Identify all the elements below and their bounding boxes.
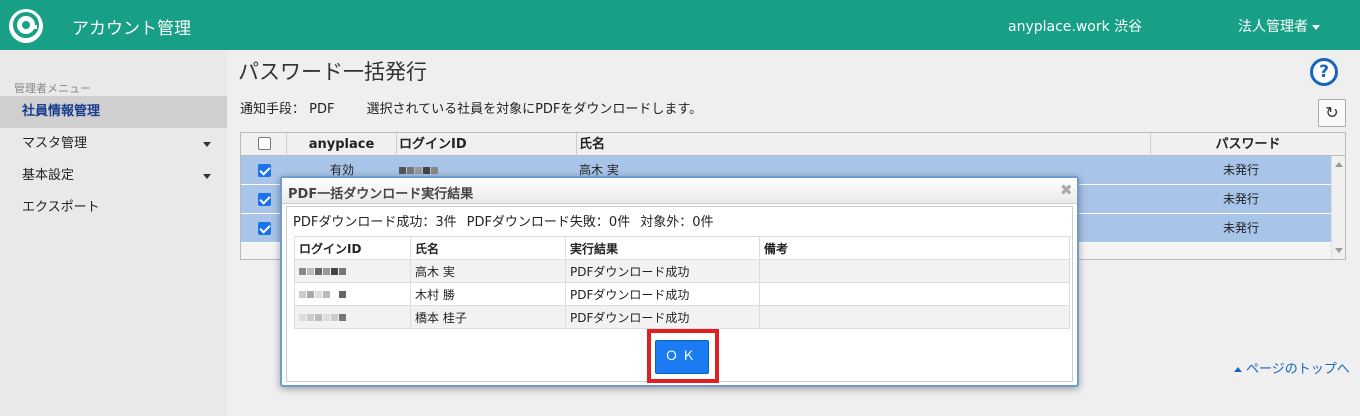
dialog-title: PDF一括ダウンロード実行結果 [288, 187, 474, 202]
sidebar-heading: 管理者メニュー [14, 82, 91, 95]
column-header-result: 実行結果 [565, 236, 760, 260]
column-header-anyplace: anyplace [287, 133, 397, 156]
summary-fail: PDFダウンロード失敗：0件 [466, 215, 631, 230]
column-header-login-id: ログインID [294, 236, 411, 260]
caret-down-icon [203, 142, 211, 147]
page-title: パスワード一括発行 [238, 60, 427, 84]
summary-excluded: 対象外：0件 [640, 215, 714, 230]
notice-text: 通知手段： PDF 選択されている社員を対象にPDFをダウンロードします。 [240, 98, 702, 117]
table-header: anyplace ログインID 氏名 パスワード [241, 133, 1345, 156]
login-id-cell [294, 305, 411, 329]
pixelated-login-id [299, 287, 347, 301]
result-cell: PDFダウンロード成功 [565, 305, 760, 329]
select-all-checkbox[interactable] [258, 137, 271, 150]
scroll-up-icon[interactable] [1335, 162, 1343, 167]
dialog-body: PDFダウンロード成功：3件 PDFダウンロード失敗：0件 対象外：0件 ログインI… [286, 206, 1073, 383]
scroll-down-icon[interactable] [1335, 248, 1343, 253]
pdf-result-dialog: PDF一括ダウンロード実行結果 ✖ PDFダウンロード成功：3件 PDFダウンロー… [280, 176, 1079, 387]
sidebar-item-label: エクスポート [22, 200, 100, 215]
name-cell: 橋本 桂子 [410, 305, 566, 329]
sidebar-item-basic-settings[interactable]: 基本設定 [0, 160, 227, 192]
notice-description: 選択されている社員を対象にPDFをダウンロードします。 [366, 102, 703, 117]
help-icon[interactable]: ? [1310, 58, 1338, 86]
row-checkbox[interactable] [258, 193, 271, 206]
password-cell: 未発行 [1222, 221, 1259, 235]
app-title: アカウント管理 [72, 19, 191, 39]
caret-down-icon [203, 174, 211, 179]
column-header-name: 氏名 [577, 133, 1151, 156]
name-cell: 木村 勝 [410, 282, 566, 306]
sidebar-item-label: マスタ管理 [22, 136, 88, 151]
sidebar: 管理者メニュー 社員情報管理 マスタ管理 基本設定 エクスポート [0, 50, 227, 416]
table-row: 木村 勝 PDFダウンロード成功 [294, 282, 1070, 306]
column-header-name: 氏名 [410, 236, 566, 260]
result-cell: PDFダウンロード成功 [565, 282, 760, 306]
note-cell [759, 305, 1070, 329]
ok-button[interactable]: ＯＫ [655, 340, 709, 374]
login-id-cell [294, 282, 411, 306]
anyplace-logo-icon[interactable] [8, 8, 44, 44]
dialog-titlebar: PDF一括ダウンロード実行結果 ✖ [282, 178, 1077, 204]
sidebar-item-label: 社員情報管理 [22, 104, 101, 119]
sidebar-item-master[interactable]: マスタ管理 [0, 128, 227, 160]
location-label: anyplace.work 渋谷 [1008, 19, 1143, 35]
result-cell: PDFダウンロード成功 [565, 259, 760, 283]
pixelated-login-id [299, 264, 347, 278]
close-icon[interactable]: ✖ [1060, 181, 1073, 199]
row-checkbox[interactable] [258, 164, 271, 177]
page-top-label: ページのトップへ [1246, 362, 1350, 377]
result-table: ログインID 氏名 実行結果 備考 高木 実 PDFダウンロード成功 木村 勝 … [294, 236, 1070, 329]
password-cell: 未発行 [1222, 192, 1259, 206]
caret-up-icon [1234, 367, 1242, 372]
note-cell [759, 282, 1070, 306]
refresh-button[interactable]: ↻ [1318, 99, 1346, 127]
name-cell: 高木 実 [410, 259, 566, 283]
caret-down-icon [1312, 24, 1320, 30]
sidebar-item-label: 基本設定 [22, 168, 75, 183]
column-header-login-id: ログインID [397, 133, 577, 156]
sidebar-item-employee-info[interactable]: 社員情報管理 [0, 96, 227, 128]
password-cell: 未発行 [1222, 163, 1259, 177]
notice-method: 通知手段： PDF [240, 102, 335, 117]
column-header-password: パスワード [1215, 137, 1281, 152]
column-header-note: 備考 [759, 236, 1070, 260]
note-cell [759, 259, 1070, 283]
refresh-icon: ↻ [1325, 103, 1339, 122]
table-row: 高木 実 PDFダウンロード成功 [294, 259, 1070, 283]
result-table-header: ログインID 氏名 実行結果 備考 [294, 236, 1070, 260]
user-menu-label: 法人管理者 [1238, 19, 1308, 35]
login-id-cell [294, 259, 411, 283]
table-row: 橋本 桂子 PDFダウンロード成功 [294, 305, 1070, 329]
summary-success: PDFダウンロード成功：3件 [293, 215, 457, 230]
pixelated-login-id [299, 310, 347, 324]
result-summary: PDFダウンロード成功：3件 PDFダウンロード失敗：0件 対象外：0件 [293, 211, 714, 230]
sidebar-item-export[interactable]: エクスポート [0, 192, 227, 224]
app-header: アカウント管理 anyplace.work 渋谷 法人管理者 [0, 0, 1360, 50]
user-menu[interactable]: 法人管理者 [1238, 16, 1320, 36]
table-scrollbar[interactable] [1331, 156, 1345, 259]
row-checkbox[interactable] [258, 222, 271, 235]
page-top-link[interactable]: ページのトップへ [1234, 358, 1350, 377]
